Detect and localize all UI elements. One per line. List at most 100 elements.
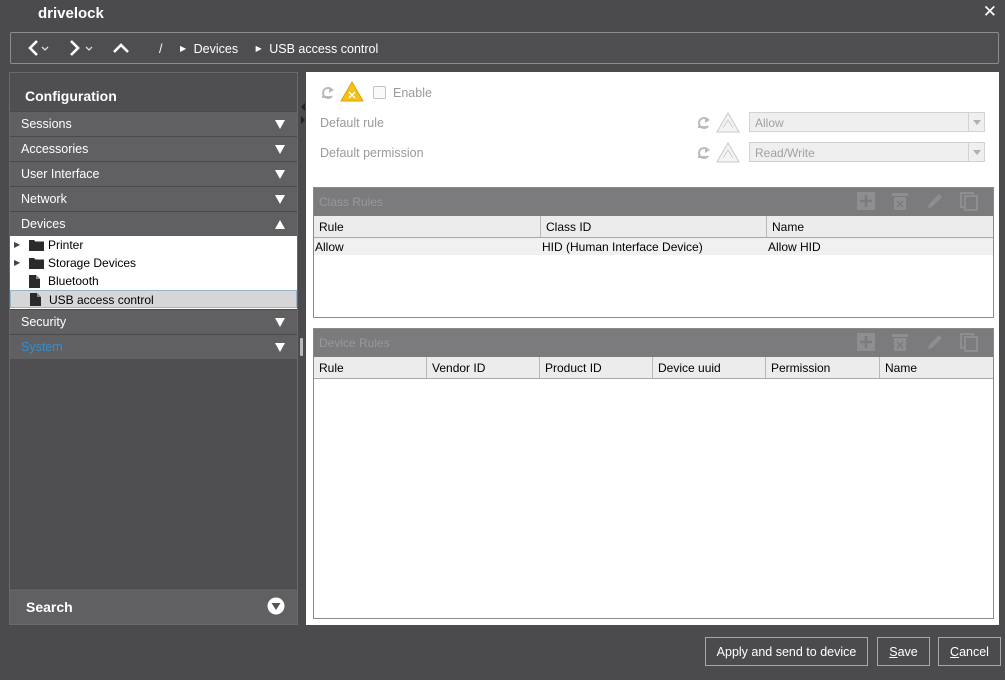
add-button[interactable] — [856, 191, 876, 211]
file-icon — [29, 275, 40, 288]
delete-icon — [892, 193, 909, 210]
reset-icon[interactable] — [320, 85, 336, 101]
default-rule-select[interactable]: Allow — [749, 112, 985, 132]
tree-item-label: USB access control — [49, 293, 154, 307]
forward-button[interactable] — [65, 38, 97, 58]
column-vendor-id[interactable]: Vendor ID — [427, 357, 540, 378]
cancel-button-label: Cancel — [950, 645, 989, 659]
sidebar-section-system[interactable]: System — [10, 334, 297, 359]
navigation-bar: / ▶ Devices ▶ USB access control — [10, 32, 999, 64]
add-icon — [856, 333, 875, 351]
reset-icon[interactable] — [696, 145, 712, 161]
expand-arrow-icon — [275, 343, 285, 352]
reset-icon[interactable] — [696, 115, 712, 131]
tree-expand-icon[interactable]: ▶ — [14, 254, 20, 272]
tree-item-label: Storage Devices — [48, 256, 137, 270]
sidebar-section-sessions[interactable]: Sessions — [10, 111, 297, 136]
cancel-button[interactable]: Cancel — [938, 637, 1001, 666]
sidebar-section-label: Network — [21, 192, 67, 206]
enable-checkbox[interactable] — [373, 86, 386, 99]
edit-button[interactable] — [925, 332, 945, 352]
cell-class-id: HID (Human Interface Device) — [542, 240, 703, 254]
tree-item-label: Bluetooth — [48, 274, 99, 288]
class-rules-panel: Class Rules Rule Class ID Name Allow HID… — [313, 187, 994, 318]
column-name[interactable]: Name — [880, 357, 993, 378]
main-content: Enable Default rule Allow Default permis… — [306, 72, 999, 625]
default-permission-select[interactable]: Read/Write — [749, 142, 985, 162]
sidebar-section-devices[interactable]: Devices — [10, 211, 297, 236]
expand-arrow-icon — [275, 195, 285, 204]
device-rules-header: Device Rules — [314, 329, 993, 357]
delete-icon — [892, 334, 909, 351]
search-section[interactable]: Search — [10, 588, 297, 624]
configuration-sidebar: Configuration Sessions Accessories User … — [9, 72, 298, 625]
enable-label: Enable — [393, 86, 432, 100]
splitter-handle[interactable] — [300, 338, 303, 356]
sidebar-section-label: Accessories — [21, 142, 89, 156]
back-button[interactable] — [21, 38, 51, 58]
column-permission[interactable]: Permission — [766, 357, 880, 378]
delete-button[interactable] — [890, 332, 910, 352]
sidebar-section-user-interface[interactable]: User Interface — [10, 161, 297, 186]
close-icon[interactable]: ✕ — [983, 3, 997, 21]
up-button[interactable] — [111, 38, 133, 58]
copy-icon — [960, 333, 978, 352]
dropdown-arrow-icon — [968, 113, 984, 131]
table-row[interactable]: Allow HID (Human Interface Device) Allow… — [314, 238, 993, 255]
tree-item-label: Printer — [48, 238, 84, 252]
sidebar-section-label: Devices — [21, 217, 66, 231]
warning-outline-icon — [716, 142, 740, 163]
breadcrumb-arrow-icon: ▶ — [255, 44, 262, 54]
expand-arrow-icon — [275, 318, 285, 327]
sidebar-header: Configuration — [10, 73, 297, 111]
breadcrumb-usb-access-control[interactable]: USB access control — [269, 42, 378, 56]
add-button[interactable] — [856, 332, 876, 352]
collapse-right-icon[interactable] — [301, 116, 305, 124]
default-rule-label: Default rule — [320, 116, 384, 130]
default-rule-value: Allow — [755, 116, 784, 130]
devices-tree: ▶ Printer ▶ Storage Devices Bluetooth US… — [10, 236, 297, 309]
sidebar-section-label: System — [21, 340, 63, 354]
tree-item-printer[interactable]: ▶ Printer — [10, 236, 297, 254]
device-rules-title: Device Rules — [319, 336, 390, 350]
chevron-right-icon — [70, 40, 93, 56]
sidebar-section-accessories[interactable]: Accessories — [10, 136, 297, 161]
column-rule[interactable]: Rule — [314, 216, 541, 237]
sidebar-section-label: User Interface — [21, 167, 100, 181]
copy-button[interactable] — [959, 191, 979, 211]
breadcrumb-devices[interactable]: Devices — [194, 42, 238, 56]
device-rules-panel: Device Rules Rule Vendor ID Product ID D… — [313, 328, 994, 619]
sidebar-section-security[interactable]: Security — [10, 309, 297, 334]
warning-outline-icon — [716, 112, 740, 133]
breadcrumb-root[interactable]: / — [159, 42, 162, 56]
column-rule[interactable]: Rule — [314, 357, 427, 378]
tree-item-storage-devices[interactable]: ▶ Storage Devices — [10, 254, 297, 272]
apply-and-send-button[interactable]: Apply and send to device — [705, 637, 868, 666]
file-icon — [30, 293, 41, 306]
tree-item-bluetooth[interactable]: Bluetooth — [10, 272, 297, 290]
class-rules-title: Class Rules — [319, 195, 384, 209]
column-device-uuid[interactable]: Device uuid — [653, 357, 766, 378]
expand-arrow-icon — [275, 120, 285, 129]
add-icon — [856, 192, 875, 210]
sidebar-section-network[interactable]: Network — [10, 186, 297, 211]
delete-button[interactable] — [890, 191, 910, 211]
expand-circle-icon[interactable] — [267, 597, 285, 615]
edit-button[interactable] — [925, 191, 945, 211]
column-class-id[interactable]: Class ID — [541, 216, 767, 237]
column-product-id[interactable]: Product ID — [540, 357, 653, 378]
tree-item-usb-access-control[interactable]: USB access control — [10, 290, 297, 308]
default-permission-value: Read/Write — [755, 146, 815, 160]
edit-icon — [927, 194, 942, 208]
collapse-left-icon[interactable] — [301, 103, 305, 111]
tree-expand-icon[interactable]: ▶ — [14, 236, 20, 254]
cell-rule: Allow — [315, 240, 344, 254]
class-rules-header: Class Rules — [314, 188, 993, 216]
column-name[interactable]: Name — [767, 216, 993, 237]
breadcrumb-arrow-icon: ▶ — [179, 44, 187, 54]
save-button-label: Save — [889, 645, 918, 659]
search-label: Search — [26, 599, 73, 615]
chevron-left-icon — [28, 40, 49, 56]
save-button[interactable]: Save — [877, 637, 930, 666]
copy-button[interactable] — [959, 332, 979, 352]
